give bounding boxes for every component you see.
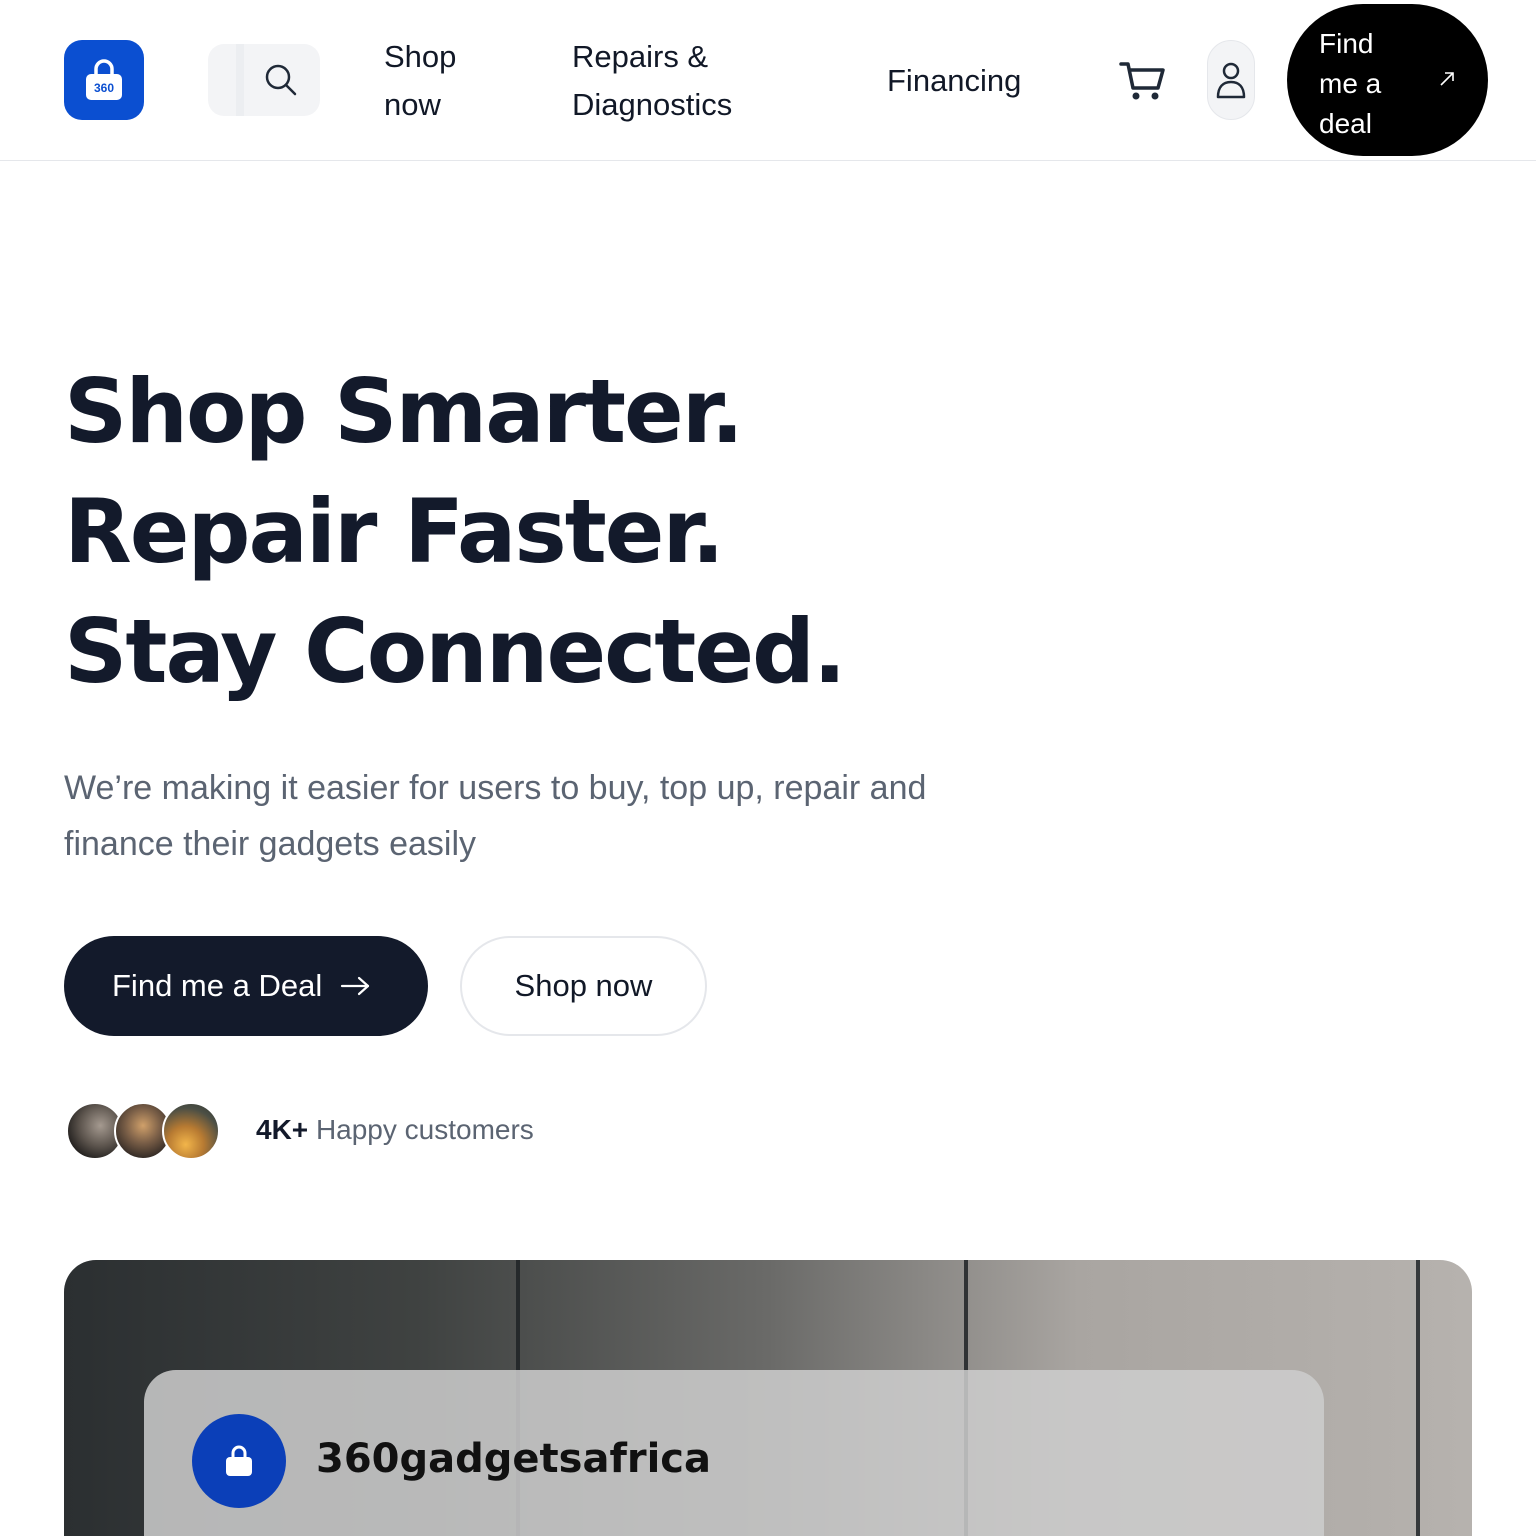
shopping-bag-icon xyxy=(226,1445,252,1476)
find-deal-header-button[interactable]: Find me a deal xyxy=(1287,4,1488,156)
nav-financing[interactable]: Financing xyxy=(887,57,1047,105)
user-icon xyxy=(1216,62,1246,99)
find-deal-label: Find me a Deal xyxy=(112,968,323,1003)
find-deal-header-label: Find me a deal xyxy=(1319,28,1382,139)
headline-line-1: Shop Smarter. xyxy=(64,360,744,463)
customer-avatars xyxy=(66,1102,226,1162)
logo-text: 360 xyxy=(94,81,114,95)
cart-icon xyxy=(1119,62,1165,100)
brand-avatar xyxy=(192,1414,286,1508)
headline-line-3: Stay Connected. xyxy=(64,600,846,703)
cart-button[interactable] xyxy=(1118,56,1168,106)
site-header: 360 Shop now Repairs & Diagnostics Finan… xyxy=(0,0,1536,161)
happy-customers: 4K+ Happy customers xyxy=(256,1114,534,1146)
avatar xyxy=(162,1102,220,1160)
search-divider xyxy=(236,44,244,116)
shop-now-button[interactable]: Shop now xyxy=(460,936,707,1036)
account-button[interactable] xyxy=(1207,40,1255,120)
logo[interactable]: 360 xyxy=(64,40,144,120)
showcase-image: 360gadgetsafrica xyxy=(64,1260,1472,1536)
nav-repairs-diagnostics[interactable]: Repairs & Diagnostics xyxy=(572,33,772,129)
hero-headline: Shop Smarter. Repair Faster. Stay Connec… xyxy=(64,352,964,712)
search-button[interactable] xyxy=(208,44,320,116)
window-frame xyxy=(1416,1260,1420,1536)
arrow-right-icon xyxy=(341,976,370,996)
headline-line-2: Repair Faster. xyxy=(64,480,725,583)
hero-subtitle: We’re making it easier for users to buy,… xyxy=(64,769,927,863)
search-icon xyxy=(265,64,297,96)
arrow-up-right-icon xyxy=(1440,72,1454,86)
brand-panel: 360gadgetsafrica xyxy=(144,1370,1324,1536)
customers-label: Happy customers xyxy=(315,1114,534,1145)
nav-shop-now[interactable]: Shop now xyxy=(384,33,494,129)
customers-count: 4K+ xyxy=(256,1114,309,1145)
shopping-bag-icon: 360 xyxy=(86,59,122,100)
find-deal-button[interactable]: Find me a Deal xyxy=(64,936,428,1036)
brand-name: 360gadgetsafrica xyxy=(316,1436,711,1482)
shop-now-label: Shop now xyxy=(514,968,653,1003)
